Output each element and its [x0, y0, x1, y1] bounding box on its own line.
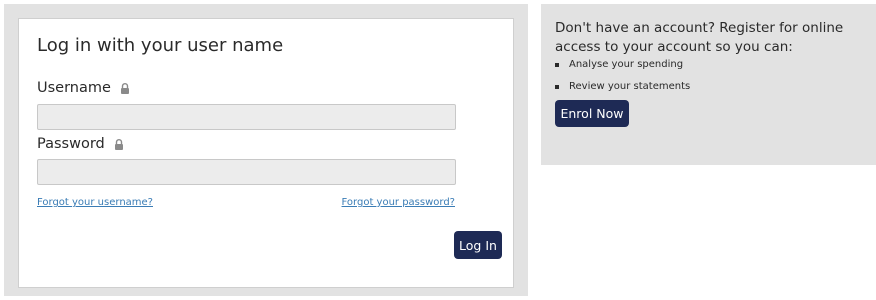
password-label: Password [37, 136, 105, 152]
username-label: Username [37, 80, 111, 96]
forgot-username-link[interactable]: Forgot your username? [37, 197, 153, 208]
login-panel: Log in with your user name Username Pass… [4, 4, 528, 296]
username-input[interactable] [37, 104, 456, 130]
password-input[interactable] [37, 159, 456, 185]
benefit-item: Analyse your spending [555, 59, 690, 70]
lock-icon [120, 82, 129, 94]
lock-icon [114, 138, 123, 150]
login-button[interactable]: Log In [454, 231, 502, 259]
password-label-row: Password [37, 136, 124, 152]
bullet-icon [555, 84, 559, 89]
login-card: Log in with your user name Username Pass… [18, 18, 514, 288]
benefit-text: Analyse your spending [569, 59, 684, 70]
bullet-icon [555, 62, 559, 67]
benefit-text: Review your statements [569, 81, 691, 92]
benefits-list: Analyse your spending Review your statem… [555, 59, 690, 103]
username-label-row: Username [37, 80, 130, 96]
benefit-item: Review your statements [555, 81, 690, 92]
register-panel: Don't have an account? Register for onli… [541, 4, 876, 165]
login-title: Log in with your user name [37, 35, 284, 56]
enrol-now-button[interactable]: Enrol Now [555, 100, 629, 127]
forgot-password-link[interactable]: Forgot your password? [342, 197, 455, 208]
register-heading: Don't have an account? Register for onli… [555, 20, 844, 55]
